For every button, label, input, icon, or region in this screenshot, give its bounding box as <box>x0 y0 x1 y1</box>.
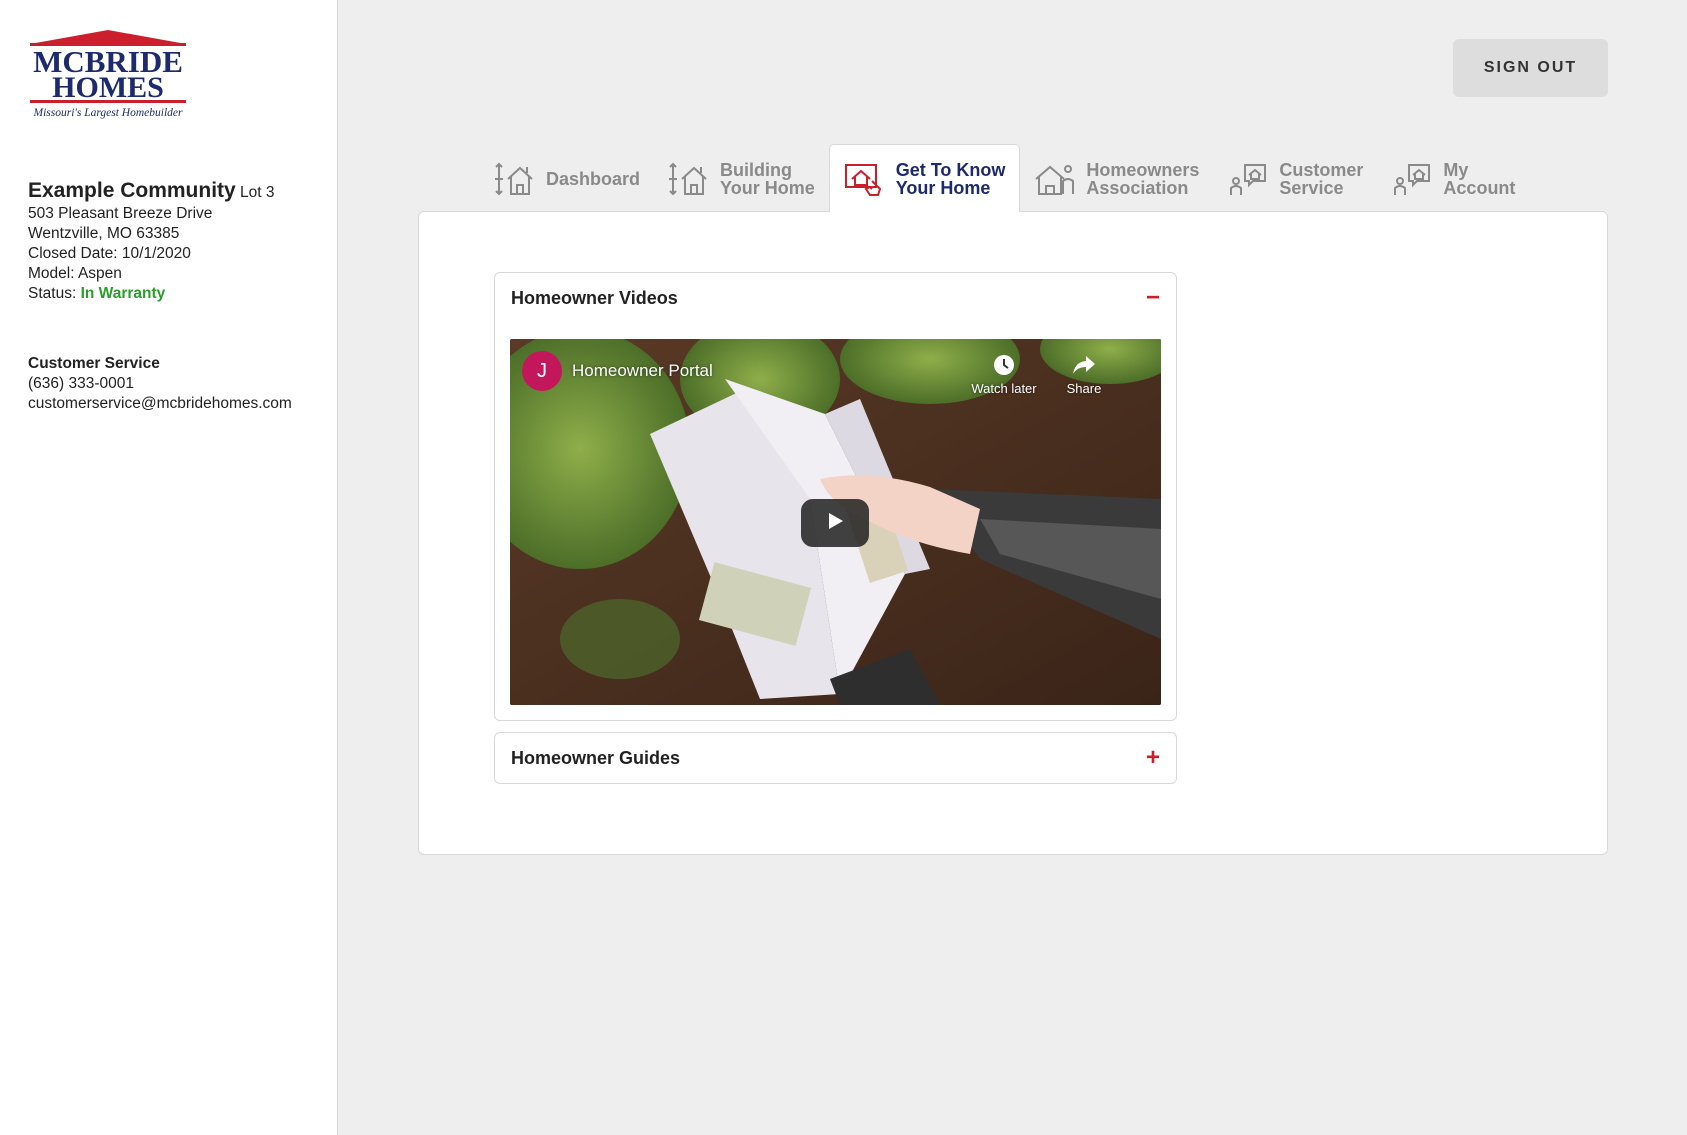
address-line-1: 503 Pleasant Breeze Drive <box>28 205 213 222</box>
main-panel: Homeowner Videos − J Homeowner Portal Wa… <box>418 211 1608 855</box>
community-heading: Example Community Lot 3 <box>28 178 328 204</box>
status-label: Status: <box>28 285 77 302</box>
status-value: In Warranty <box>80 285 166 302</box>
tab-my-account[interactable]: My Account <box>1377 145 1529 212</box>
share-label: Share <box>1066 381 1102 396</box>
main-tabs: Dashboard Building Your Home Get To Know Y… <box>480 144 1529 212</box>
house-hand-icon <box>844 161 886 197</box>
community-name: Example Community <box>28 179 236 202</box>
tab-customer-service[interactable]: Customer Service <box>1213 145 1377 212</box>
tab-label: Dashboard <box>546 168 641 189</box>
accordion-title: Homeowner Videos <box>511 287 678 308</box>
customer-service-phone[interactable]: (636) 333-0001 <box>28 374 328 394</box>
homeowner-videos-header[interactable]: Homeowner Videos − <box>495 273 1176 323</box>
svg-text:Missouri's Largest Homebuilder: Missouri's Largest Homebuilder <box>33 107 184 119</box>
sign-out-button[interactable]: SIGN OUT <box>1453 39 1608 97</box>
model: Model: Aspen <box>28 265 122 282</box>
play-icon <box>824 510 846 537</box>
mcbride-homes-logo[interactable]: MCBRIDE HOMES Missouri's Largest Homebui… <box>28 30 188 122</box>
accordion-title: Homeowner Guides <box>511 747 681 768</box>
homeowner-guides-header[interactable]: Homeowner Guides + <box>495 733 1176 783</box>
share-button[interactable]: Share <box>1044 353 1124 396</box>
property-info: Example Community Lot 3 503 Pleasant Bre… <box>28 178 328 304</box>
play-button[interactable] <box>801 499 869 547</box>
tab-dashboard[interactable]: Dashboard <box>480 145 654 212</box>
homeowner-guides-accordion: Homeowner Guides + <box>494 732 1177 784</box>
tab-label: Get To Know Your Home <box>895 159 1006 198</box>
customer-service-info: Customer Service (636) 333-0001 customer… <box>28 354 328 414</box>
people-chat-icon <box>1391 161 1433 197</box>
expand-icon[interactable]: + <box>1146 746 1160 770</box>
share-icon <box>1044 353 1124 379</box>
video-title[interactable]: Homeowner Portal <box>572 361 713 381</box>
tab-label: Homeowners Association <box>1086 159 1200 198</box>
tab-label: Customer Service <box>1279 159 1364 198</box>
collapse-icon[interactable]: − <box>1146 286 1160 310</box>
watch-later-label: Watch later <box>971 381 1037 396</box>
house-arrows-icon <box>494 161 536 197</box>
tab-label: Building Your Home <box>720 159 815 198</box>
svg-text:HOMES: HOMES <box>52 71 164 104</box>
tab-get-to-know-your-home[interactable]: Get To Know Your Home <box>828 144 1021 212</box>
watch-later-button[interactable]: Watch later <box>964 353 1044 396</box>
channel-avatar[interactable]: J <box>522 351 562 391</box>
sidebar: MCBRIDE HOMES Missouri's Largest Homebui… <box>0 0 338 1135</box>
customer-service-title: Customer Service <box>28 355 160 372</box>
tab-building-your-home[interactable]: Building Your Home <box>654 145 829 212</box>
people-chat-icon <box>1227 161 1269 197</box>
customer-service-email[interactable]: customerservice@mcbridehomes.com <box>28 394 328 414</box>
clock-icon <box>964 353 1044 379</box>
video-player[interactable]: J Homeowner Portal Watch later Share <box>510 339 1161 705</box>
tab-label: My Account <box>1443 159 1516 198</box>
status-line: Status: In Warranty <box>28 284 328 304</box>
lot-number: Lot 3 <box>240 184 275 201</box>
house-arrows-icon <box>668 161 710 197</box>
tab-homeowners-association[interactable]: Homeowners Association <box>1020 145 1213 212</box>
address-line-2: Wentzville, MO 63385 <box>28 225 180 242</box>
house-people-icon <box>1034 161 1076 197</box>
closed-date: Closed Date: 10/1/2020 <box>28 245 191 262</box>
homeowner-videos-accordion: Homeowner Videos − J Homeowner Portal Wa… <box>494 272 1177 721</box>
